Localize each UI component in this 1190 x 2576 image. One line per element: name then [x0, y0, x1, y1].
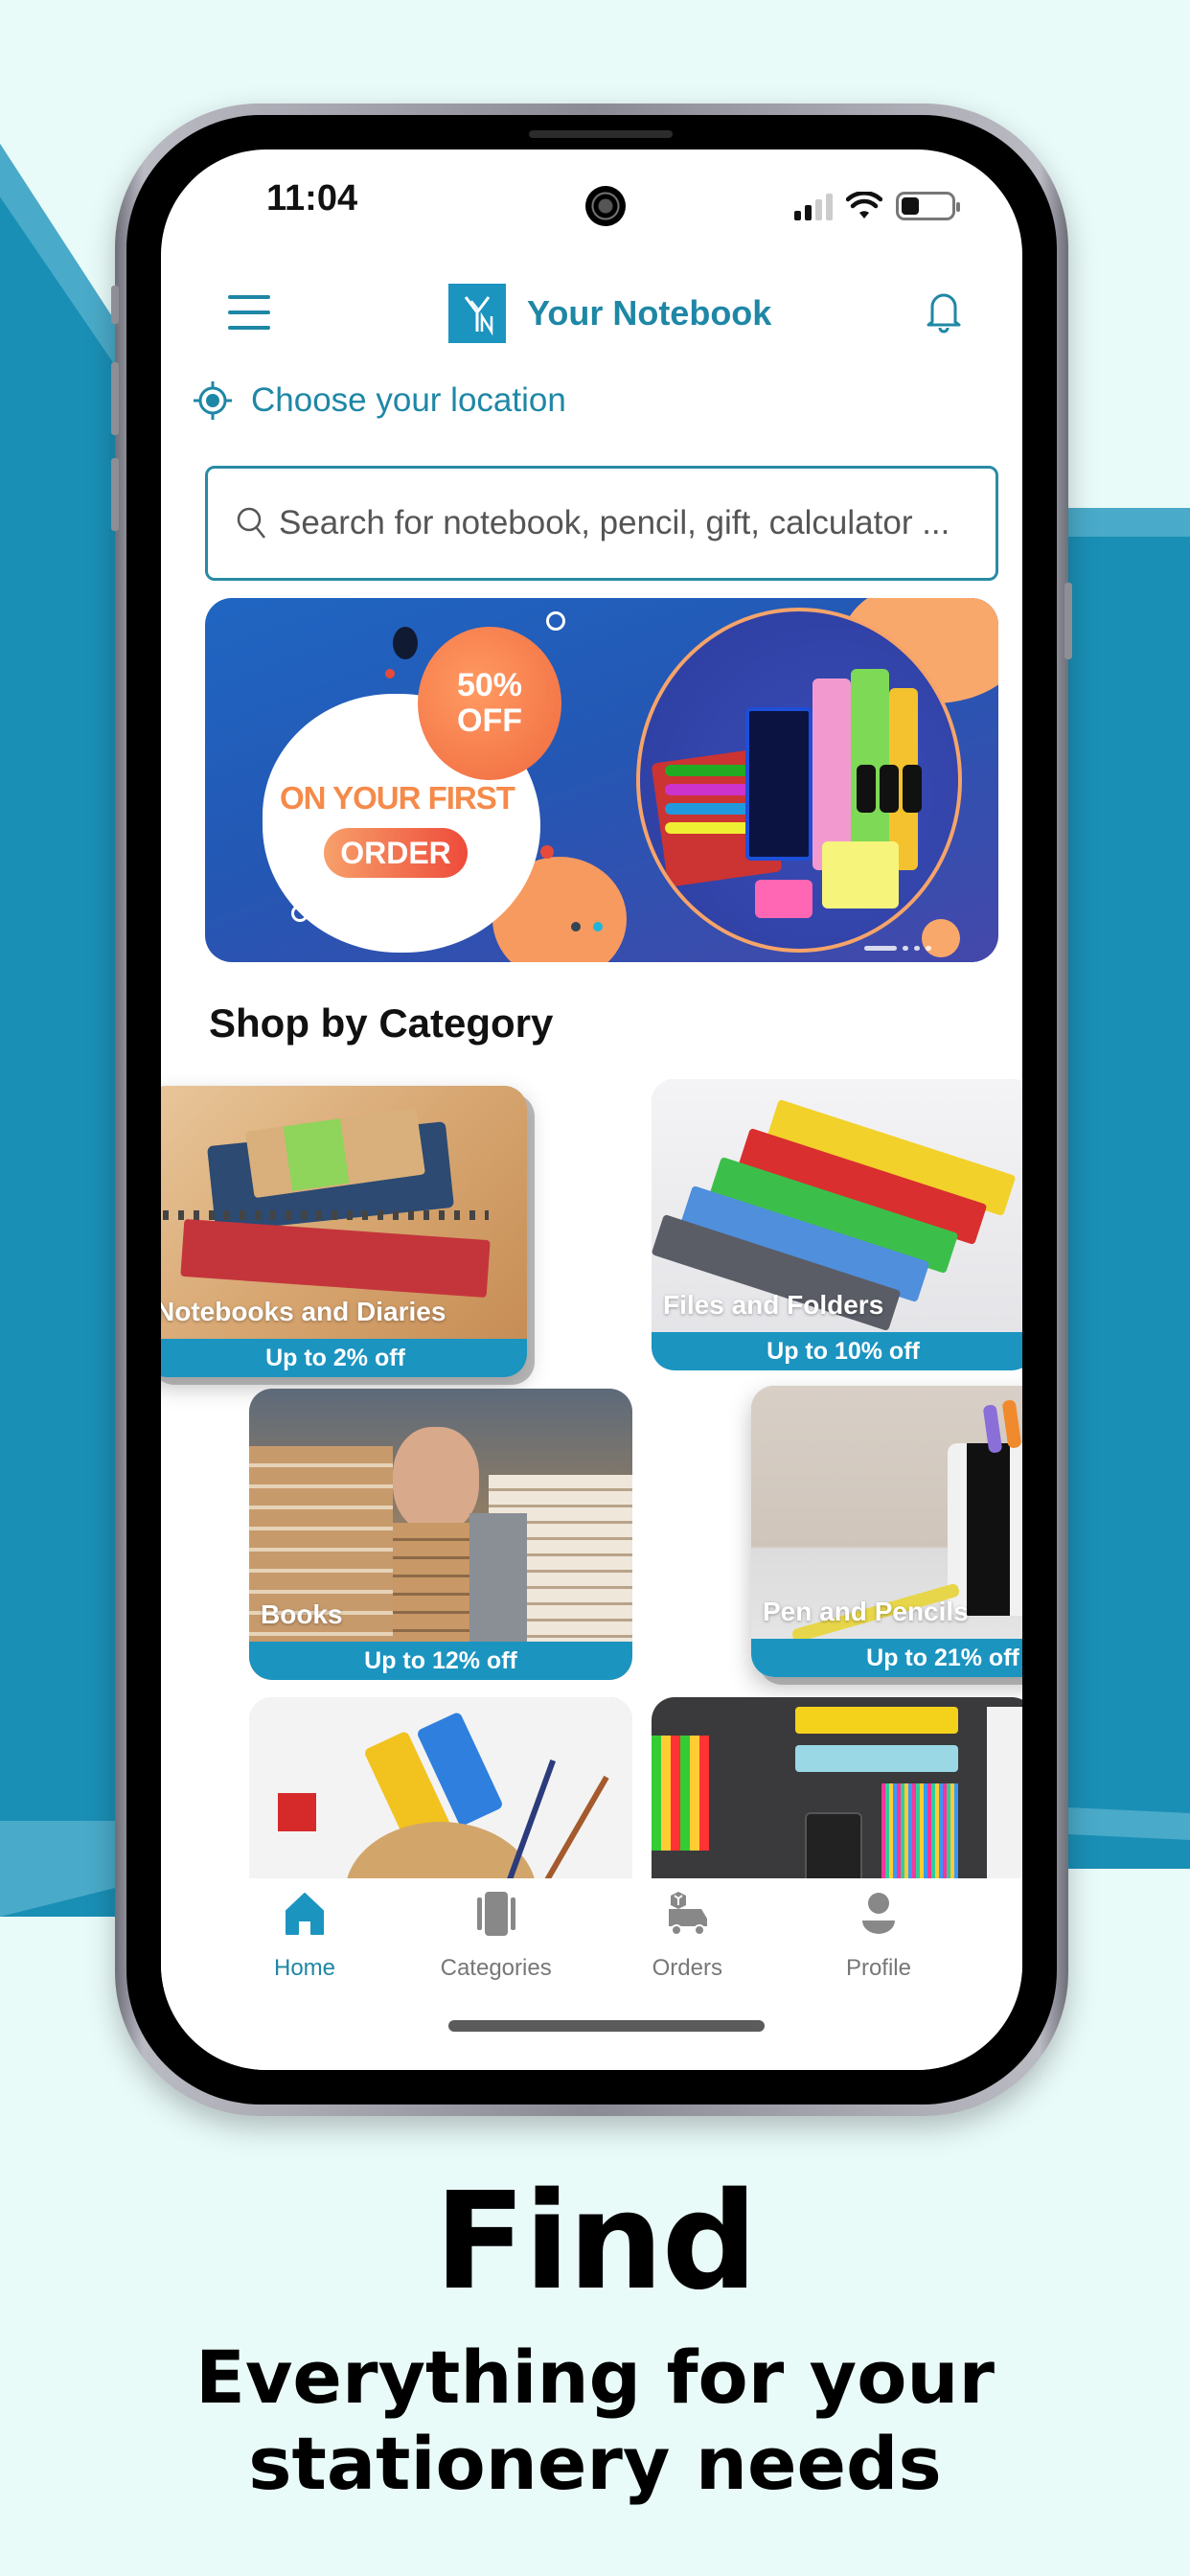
phone-frame: 11:04 Your Notebook Choose your location…	[111, 104, 1072, 2116]
home-indicator[interactable]	[448, 2020, 765, 2032]
banner-decor-dot	[385, 669, 395, 678]
phone-volume-up-button	[111, 362, 119, 435]
app-header: Your Notebook	[161, 274, 1022, 351]
promo-title: Find	[434, 2164, 758, 2320]
banner-decor-blob	[922, 919, 960, 957]
phone-bezel: 11:04 Your Notebook Choose your location…	[126, 115, 1057, 2104]
delivery-truck-icon	[669, 1892, 708, 1936]
promo-copy: Find Everything for your stationery need…	[0, 2175, 1190, 2506]
category-title: Files and Folders	[663, 1290, 884, 1320]
category-card-books[interactable]: Books Up to 12% off	[249, 1389, 632, 1680]
phone-volume-down-button	[111, 458, 119, 531]
category-offer: Up to 21% off	[751, 1639, 1022, 1677]
battery-level	[902, 197, 919, 215]
bell-icon[interactable]	[925, 289, 963, 334]
cellular-signal-icon	[794, 194, 833, 220]
category-offer: Up to 10% off	[652, 1332, 1022, 1370]
nav-item-profile[interactable]: Profile	[802, 1890, 955, 1982]
banner-decor-dot	[540, 845, 554, 859]
category-offer: Up to 12% off	[249, 1642, 632, 1680]
banner-decor-ring	[546, 611, 565, 631]
nav-item-home[interactable]: Home	[228, 1890, 381, 1982]
status-bar: 11:04	[161, 150, 1022, 255]
nav-label-categories: Categories	[440, 1955, 552, 1981]
location-selector[interactable]: Choose your location	[192, 380, 566, 422]
status-time: 11:04	[266, 178, 358, 218]
banner-decor-dot	[571, 922, 581, 932]
promo-subtitle-line-1: Everything for your	[195, 2334, 995, 2420]
phone-side-button	[111, 286, 119, 324]
front-camera	[585, 186, 626, 226]
banner-decor-dot	[393, 627, 418, 659]
nav-label-orders: Orders	[652, 1955, 722, 1981]
wifi-icon	[846, 192, 882, 218]
search-input[interactable]	[279, 504, 988, 542]
categories-icon	[476, 1892, 515, 1936]
banner-pagination	[864, 946, 931, 951]
search-bar[interactable]	[205, 466, 998, 581]
category-image-notebooks	[161, 1086, 527, 1377]
banner-decor-dot	[593, 922, 603, 932]
category-title: Notebooks and Diaries	[161, 1297, 446, 1326]
category-card-pens[interactable]: Pen and Pencils Up to 21% off	[751, 1386, 1022, 1677]
nav-label-profile: Profile	[845, 1955, 911, 1981]
search-icon	[237, 507, 265, 539]
section-title: Shop by Category	[209, 1000, 554, 1046]
brand-logo	[448, 284, 506, 343]
promo-subtitle-line-2: stationery needs	[248, 2420, 942, 2506]
promo-banner[interactable]: 50% OFF ON YOUR FIRST ORDER	[205, 598, 998, 962]
location-label: Choose your location	[251, 381, 566, 419]
battery-icon	[896, 192, 960, 220]
app-screen: 11:04 Your Notebook Choose your location…	[161, 150, 1022, 2070]
category-image-pens	[751, 1386, 1022, 1677]
phone-power-button	[1064, 583, 1072, 659]
category-title: Pen and Pencils	[763, 1597, 969, 1626]
app-name: Your Notebook	[527, 293, 772, 333]
nav-label-home: Home	[273, 1955, 336, 1981]
phone-speaker	[529, 130, 673, 138]
category-offer: Up to 2% off	[161, 1339, 527, 1377]
category-image-books	[249, 1389, 632, 1680]
banner-discount-off: OFF	[457, 702, 522, 739]
bottom-navigation: Home Categories Orders Profile	[161, 1878, 1022, 2070]
banner-discount-percent: 50%	[456, 666, 523, 703]
banner-headline: ON YOUR FIRST	[280, 780, 515, 816]
nav-item-categories[interactable]: Categories	[420, 1890, 573, 1982]
home-icon	[286, 1893, 324, 1935]
location-target-icon	[194, 381, 232, 420]
promo-subtitle: Everything for your stationery needs	[0, 2334, 1190, 2506]
nav-item-orders[interactable]: Orders	[610, 1890, 764, 1982]
banner-order-button[interactable]: ORDER	[324, 828, 468, 878]
category-card-notebooks[interactable]: Notebooks and Diaries Up to 2% off	[161, 1086, 527, 1377]
category-image-files	[652, 1079, 1022, 1370]
category-title: Books	[261, 1599, 343, 1629]
banner-stationery-image	[636, 608, 962, 953]
category-card-files[interactable]: Files and Folders Up to 10% off	[652, 1079, 1022, 1370]
profile-icon	[861, 1893, 895, 1934]
hamburger-menu-icon[interactable]	[228, 295, 270, 330]
brand[interactable]: Your Notebook	[448, 284, 771, 343]
banner-discount-badge: 50% OFF	[418, 627, 561, 780]
status-icons	[794, 186, 960, 220]
